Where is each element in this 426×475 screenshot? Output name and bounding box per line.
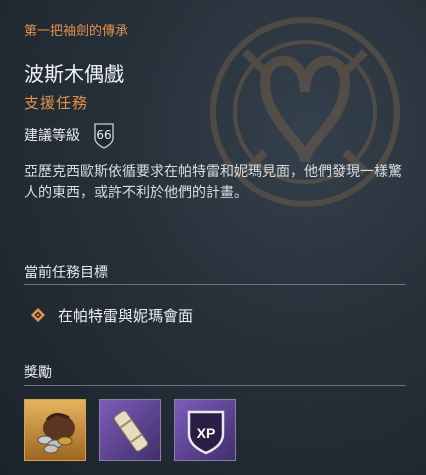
objective-text: 在帕特雷與妮瑪會面 <box>58 306 194 325</box>
scroll-icon <box>100 400 160 460</box>
recommended-level-row: 建議等級 66 <box>24 121 116 149</box>
rewards-divider <box>24 385 406 386</box>
drachmae-pouch-icon <box>25 400 85 460</box>
xp-label: XP <box>197 425 216 441</box>
rewards-section-title: 獎勵 <box>24 365 52 381</box>
quest-title: 波斯木偶戲 <box>24 62 124 86</box>
recommended-level-value: 66 <box>96 128 112 142</box>
quest-type-label: 支援任務 <box>24 94 89 112</box>
xp-icon: XP <box>175 400 235 460</box>
objective-item[interactable]: 在帕特雷與妮瑪會面 <box>30 301 193 329</box>
objective-diamond-icon <box>31 308 45 322</box>
rewards-list: XP <box>24 399 236 461</box>
reward-item-drachmae[interactable] <box>24 399 86 461</box>
reward-item-xp[interactable]: XP <box>174 399 236 461</box>
level-badge: 66 <box>92 121 116 149</box>
objectives-section-title: 當前任務目標 <box>24 265 108 281</box>
objectives-divider <box>24 284 406 285</box>
recommended-level-label: 建議等級 <box>24 128 80 144</box>
quest-chapter-title: 第一把袖劍的傳承 <box>24 24 129 39</box>
quest-details-panel: 第一把袖劍的傳承 波斯木偶戲 支援任務 建議等級 66 亞歷克西歐斯依循要求在帕… <box>0 0 426 475</box>
reward-item-scroll[interactable] <box>99 399 161 461</box>
quest-description: 亞歷克西歐斯依循要求在帕特雷和妮瑪見面，他們發現一樣驚人的東西，或許不利於他們的… <box>24 164 402 201</box>
